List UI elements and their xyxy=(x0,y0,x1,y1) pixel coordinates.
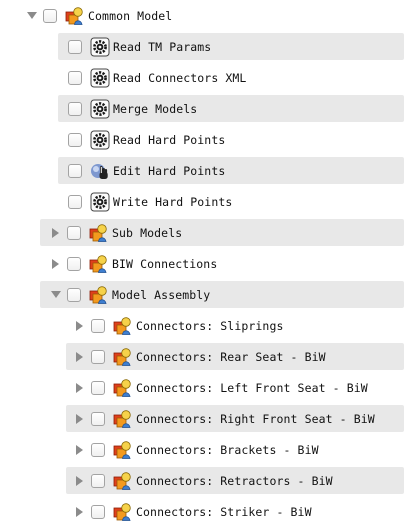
tree-row-label: Connectors: Retractors - BiW xyxy=(136,473,333,488)
tree-row-task[interactable]: Read Connectors XML xyxy=(0,62,404,93)
tree-row-label: Merge Models xyxy=(113,101,198,116)
gear-icon xyxy=(90,99,110,119)
checkbox[interactable] xyxy=(91,473,105,488)
tree-row-label: Read Hard Points xyxy=(113,132,226,147)
checkbox[interactable] xyxy=(68,101,82,116)
model-group-icon xyxy=(65,6,85,26)
tree-row-connector[interactable]: Connectors: Retractors - BiW xyxy=(0,465,404,496)
tree-row-label: Connectors: Rear Seat - BiW xyxy=(136,349,326,364)
gear-icon xyxy=(90,37,110,57)
tree-row-connector[interactable]: Connectors: Brackets - BiW xyxy=(0,434,404,465)
tree-row-label: Read Connectors XML xyxy=(113,70,247,85)
checkbox[interactable] xyxy=(67,287,81,302)
disclosure-triangle-collapsed[interactable] xyxy=(74,382,85,393)
disclosure-triangle-collapsed[interactable] xyxy=(74,444,85,455)
tree-row-label: Connectors: Right Front Seat - BiW xyxy=(136,411,375,426)
tree-row-task[interactable]: Merge Models xyxy=(0,93,404,124)
interactive-hand-icon xyxy=(90,161,110,181)
disclosure-triangle-expanded[interactable] xyxy=(26,10,37,21)
model-group-icon xyxy=(113,378,133,398)
tree-row-label: Connectors: Brackets - BiW xyxy=(136,442,319,457)
checkbox[interactable] xyxy=(68,163,82,178)
tree-row-connector[interactable]: Connectors: Rear Seat - BiW xyxy=(0,341,404,372)
tree-row-connector[interactable]: Connectors: Right Front Seat - BiW xyxy=(0,403,404,434)
model-group-icon xyxy=(89,254,109,274)
model-group-icon xyxy=(89,285,109,305)
tree-row-connector[interactable]: Connectors: Sliprings xyxy=(0,310,404,341)
tree-row-task[interactable]: Read Hard Points xyxy=(0,124,404,155)
checkbox[interactable] xyxy=(68,70,82,85)
checkbox[interactable] xyxy=(91,380,105,395)
disclosure-triangle-collapsed[interactable] xyxy=(50,227,61,238)
checkbox[interactable] xyxy=(68,194,82,209)
gear-icon xyxy=(90,192,110,212)
model-group-icon xyxy=(89,223,109,243)
tree-row-sub-models[interactable]: Sub Models xyxy=(0,217,404,248)
tree-row-connector[interactable]: Connectors: Left Front Seat - BiW xyxy=(0,372,404,403)
tree-row-task[interactable]: Read TM Params xyxy=(0,31,404,62)
disclosure-triangle-collapsed[interactable] xyxy=(74,413,85,424)
outline-tree: Common Model Read TM Params Read Connect… xyxy=(0,0,404,527)
tree-row-task[interactable]: Edit Hard Points xyxy=(0,155,404,186)
tree-row-label: Connectors: Left Front Seat - BiW xyxy=(136,380,368,395)
checkbox[interactable] xyxy=(67,256,81,271)
tree-row-model-assembly[interactable]: Model Assembly xyxy=(0,279,404,310)
tree-row-label: Sub Models xyxy=(112,225,183,240)
checkbox[interactable] xyxy=(91,504,105,519)
tree-row-label: Connectors: Striker - BiW xyxy=(136,504,312,519)
tree-row-label: Common Model xyxy=(88,8,173,23)
model-group-icon xyxy=(113,409,133,429)
model-group-icon xyxy=(113,502,133,522)
checkbox[interactable] xyxy=(91,442,105,457)
checkbox[interactable] xyxy=(68,39,82,54)
tree-row-label: Read TM Params xyxy=(113,39,212,54)
disclosure-triangle-expanded[interactable] xyxy=(50,289,61,300)
tree-row-label: Connectors: Sliprings xyxy=(136,318,284,333)
checkbox[interactable] xyxy=(91,411,105,426)
model-group-icon xyxy=(113,471,133,491)
tree-row-biw-connections[interactable]: BIW Connections xyxy=(0,248,404,279)
checkbox[interactable] xyxy=(91,318,105,333)
disclosure-triangle-collapsed[interactable] xyxy=(74,506,85,517)
disclosure-triangle-collapsed[interactable] xyxy=(74,475,85,486)
model-group-icon xyxy=(113,347,133,367)
tree-row-common-model[interactable]: Common Model xyxy=(0,0,404,31)
checkbox[interactable] xyxy=(67,225,81,240)
gear-icon xyxy=(90,130,110,150)
disclosure-triangle-collapsed[interactable] xyxy=(74,320,85,331)
model-group-icon xyxy=(113,440,133,460)
disclosure-triangle-collapsed[interactable] xyxy=(50,258,61,269)
tree-row-label: BIW Connections xyxy=(112,256,218,271)
tree-row-label: Write Hard Points xyxy=(113,194,233,209)
model-group-icon xyxy=(113,316,133,336)
gear-icon xyxy=(90,68,110,88)
checkbox[interactable] xyxy=(43,8,57,23)
tree-row-label: Edit Hard Points xyxy=(113,163,226,178)
tree-row-connector[interactable]: Connectors: Striker - BiW xyxy=(0,496,404,527)
checkbox[interactable] xyxy=(68,132,82,147)
disclosure-triangle-collapsed[interactable] xyxy=(74,351,85,362)
tree-row-task[interactable]: Write Hard Points xyxy=(0,186,404,217)
checkbox[interactable] xyxy=(91,349,105,364)
tree-row-label: Model Assembly xyxy=(112,287,211,302)
